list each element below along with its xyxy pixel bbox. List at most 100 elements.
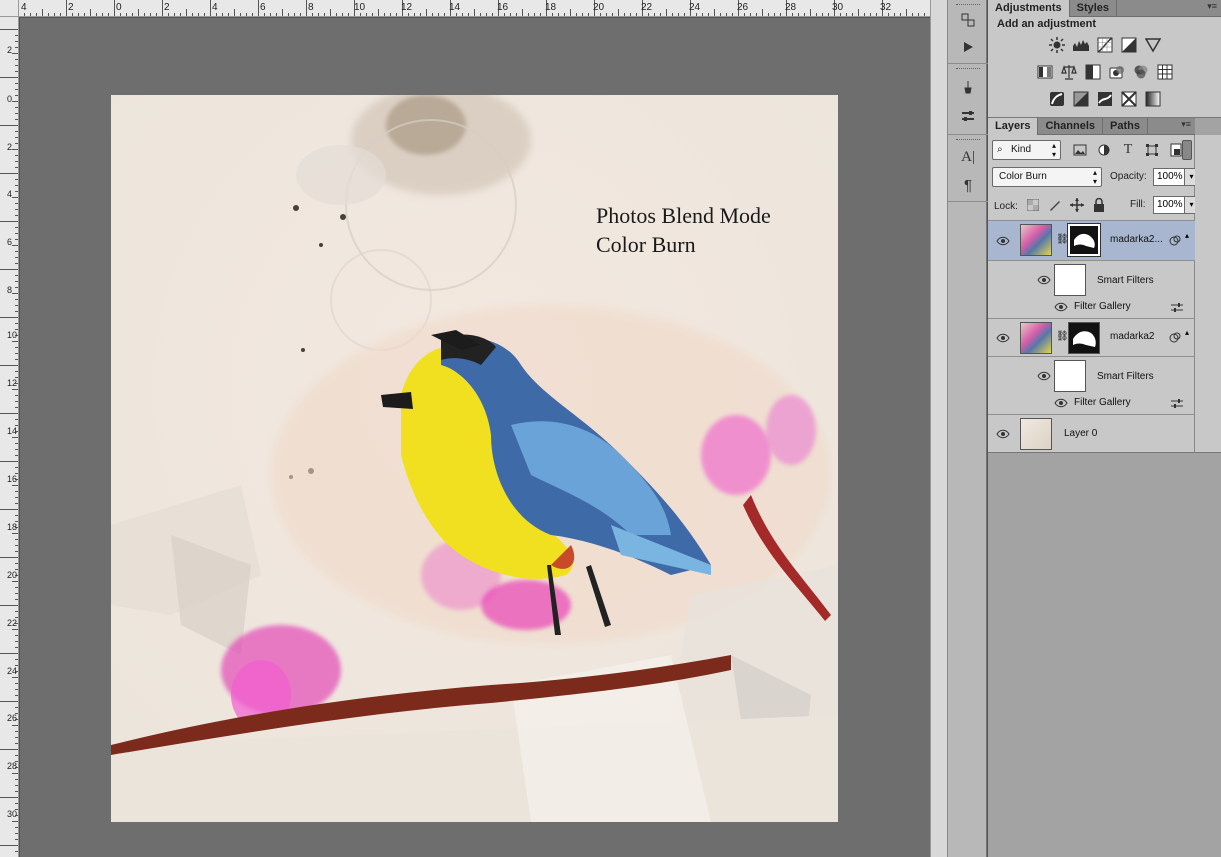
ruler-top-label: 6 xyxy=(260,2,266,13)
vibrance-icon[interactable] xyxy=(1142,35,1164,55)
ruler-left-label: 8 xyxy=(7,285,13,295)
visibility-eye-icon[interactable] xyxy=(1054,302,1068,312)
character-icon[interactable]: A| xyxy=(956,146,980,168)
ruler-left[interactable]: 2 0 2 4 6 8 10 12 14 16 18 20 22 24 26 2… xyxy=(0,17,19,857)
visibility-eye-icon[interactable] xyxy=(1054,398,1068,408)
visibility-eye-icon[interactable] xyxy=(996,429,1010,439)
link-chain-icon[interactable]: ⛓ xyxy=(1056,331,1069,342)
tab-paths[interactable]: Paths xyxy=(1103,118,1148,135)
lock-position-icon[interactable] xyxy=(1070,198,1084,212)
visibility-eye-icon[interactable] xyxy=(996,333,1010,343)
layer-mask-thumbnail[interactable] xyxy=(1067,223,1101,257)
opacity-input[interactable]: 100% xyxy=(1153,168,1185,186)
adjustments-tab-bar: Adjustments Styles ▾≡ xyxy=(988,0,1221,17)
blend-mode-select[interactable]: Color Burn ▴ ▾ xyxy=(992,167,1102,187)
ruler-top-label: 20 xyxy=(593,2,605,13)
canvas-area[interactable]: Photos Blend Mode Color Burn xyxy=(20,18,930,857)
lock-label: Lock: xyxy=(994,201,1018,212)
filter-gallery-row[interactable]: Filter Gallery xyxy=(988,394,1195,414)
document-canvas[interactable]: Photos Blend Mode Color Burn xyxy=(111,95,838,822)
strip-grip[interactable] xyxy=(956,4,980,6)
lock-all-icon[interactable] xyxy=(1092,198,1106,212)
collapse-arrow-icon[interactable]: ▴ xyxy=(1185,328,1189,337)
shape-layer-filter-icon[interactable] xyxy=(1144,142,1160,158)
tab-channels[interactable]: Channels xyxy=(1038,118,1103,135)
paragraph-icon[interactable]: ¶ xyxy=(956,174,980,196)
visibility-eye-icon[interactable] xyxy=(996,236,1010,246)
smart-filter-mask-thumbnail[interactable] xyxy=(1054,264,1086,296)
strip-grip[interactable] xyxy=(956,139,980,141)
threshold-icon[interactable] xyxy=(1094,89,1116,109)
tab-layers[interactable]: Layers xyxy=(988,118,1039,135)
adjustment-layer-filter-icon[interactable] xyxy=(1096,142,1112,158)
visibility-eye-icon[interactable] xyxy=(1037,275,1051,285)
filter-kind-select[interactable]: ⌕ Kind ▴ ▾ xyxy=(992,140,1061,160)
photo-filter-icon[interactable] xyxy=(1106,62,1128,82)
channel-mixer-icon[interactable] xyxy=(1130,62,1152,82)
layer-row-madarka2-copy[interactable]: ⛓ madarka2... ▴ xyxy=(988,220,1195,260)
layer-name[interactable]: madarka2 xyxy=(1110,331,1154,342)
posterize-icon[interactable] xyxy=(1070,89,1092,109)
layer-name[interactable]: madarka2... xyxy=(1110,234,1163,245)
fill-input[interactable]: 100% xyxy=(1153,196,1185,214)
smart-filters-row[interactable]: Smart Filters xyxy=(988,356,1195,394)
selective-color-icon[interactable] xyxy=(1118,89,1140,109)
invert-icon[interactable] xyxy=(1046,89,1068,109)
strip-grip[interactable] xyxy=(956,68,980,70)
panel-menu-icon[interactable]: ▾≡ xyxy=(1207,1,1217,12)
tab-adjustments[interactable]: Adjustments xyxy=(988,0,1070,17)
exposure-icon[interactable] xyxy=(1118,35,1140,55)
collapse-arrow-icon[interactable]: ▴ xyxy=(1185,231,1189,240)
vertical-scrollbar[interactable] xyxy=(930,0,947,857)
ruler-left-label: 6 xyxy=(7,237,13,247)
layer-mask-thumbnail[interactable] xyxy=(1068,322,1100,354)
tab-styles[interactable]: Styles xyxy=(1070,0,1118,17)
visibility-eye-icon[interactable] xyxy=(1037,371,1051,381)
layer-name[interactable]: Layer 0 xyxy=(1064,428,1097,439)
lock-transparent-icon[interactable] xyxy=(1026,198,1040,212)
filter-gallery-row[interactable]: Filter Gallery xyxy=(988,298,1195,318)
ruler-top-label: 32 xyxy=(880,2,892,13)
layer-row-layer-0[interactable]: Layer 0 xyxy=(988,414,1195,453)
smart-filters-row[interactable]: Smart Filters xyxy=(988,260,1195,298)
ruler-left-label: 24 xyxy=(7,666,18,676)
smart-filter-mask-thumbnail[interactable] xyxy=(1054,360,1086,392)
ruler-left-label: 14 xyxy=(7,426,18,436)
filter-options-icon[interactable] xyxy=(1171,398,1183,410)
black-white-icon[interactable] xyxy=(1082,62,1104,82)
adjustments-title: Add an adjustment xyxy=(997,18,1097,30)
tool-presets-icon[interactable] xyxy=(956,105,980,127)
color-lookup-icon[interactable] xyxy=(1154,62,1176,82)
filter-options-icon[interactable] xyxy=(1171,302,1183,314)
smart-object-link-icon xyxy=(1169,332,1181,343)
lock-image-pixels-icon[interactable] xyxy=(1048,198,1062,212)
layers-scrollbar[interactable] xyxy=(1195,135,1221,453)
levels-icon[interactable] xyxy=(1070,35,1092,55)
search-icon: ⌕ xyxy=(997,144,1003,155)
ruler-top[interactable]: 4 2 0 2 4 6 8 10 12 14 16 18 20 22 24 26… xyxy=(0,0,930,17)
type-layer-filter-icon[interactable]: T xyxy=(1120,142,1136,158)
smart-filters-label: Smart Filters xyxy=(1097,275,1154,286)
ruler-corner[interactable] xyxy=(0,0,19,17)
layer-thumbnail[interactable] xyxy=(1020,224,1052,256)
filter-toggle-switch[interactable] xyxy=(1182,140,1192,160)
photoshop-window: 4 2 0 2 4 6 8 10 12 14 16 18 20 22 24 26… xyxy=(0,0,1221,857)
hue-saturation-icon[interactable] xyxy=(1034,62,1056,82)
adjustment-icons-row xyxy=(988,35,1221,55)
document-text-line: Photos Blend Mode xyxy=(596,203,771,228)
layer-thumbnail[interactable] xyxy=(1020,418,1052,450)
layer-row-madarka2[interactable]: ⛓ madarka2 ▴ xyxy=(988,318,1195,356)
layer-thumbnail[interactable] xyxy=(1020,322,1052,354)
layers-tab-bar: Layers Channels Paths ▾≡ xyxy=(988,118,1195,135)
brush-presets-icon[interactable] xyxy=(956,76,980,98)
gradient-map-icon[interactable] xyxy=(1142,89,1164,109)
adjustment-icons-row xyxy=(988,89,1221,109)
link-chain-icon[interactable]: ⛓ xyxy=(1056,234,1069,245)
color-balance-icon[interactable] xyxy=(1058,62,1080,82)
history-icon[interactable] xyxy=(956,9,980,31)
brightness-contrast-icon[interactable] xyxy=(1046,35,1068,55)
actions-play-icon[interactable] xyxy=(956,36,980,58)
panel-menu-icon[interactable]: ▾≡ xyxy=(1181,119,1191,130)
curves-icon[interactable] xyxy=(1094,35,1116,55)
pixel-layer-filter-icon[interactable] xyxy=(1072,142,1088,158)
